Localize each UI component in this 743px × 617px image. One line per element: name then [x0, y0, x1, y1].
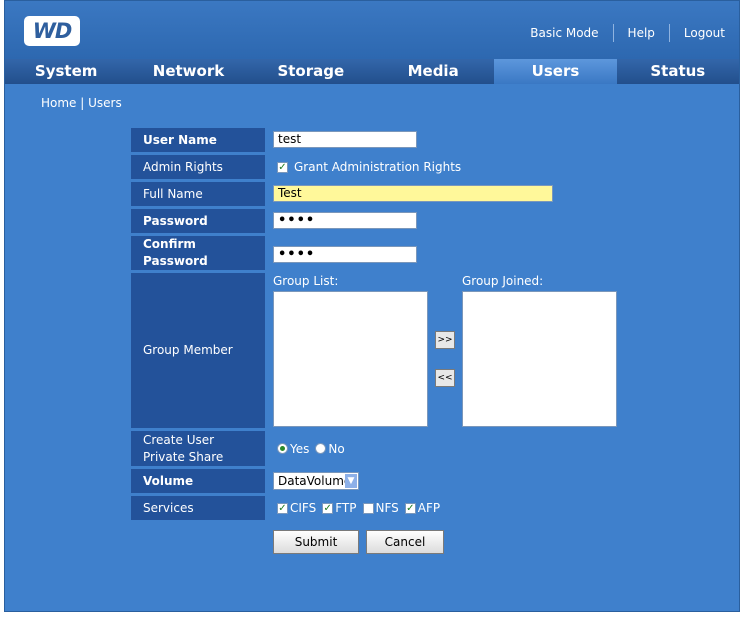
confirm-password-label: Confirm Password [131, 236, 265, 270]
private-share-label-line1: Create User [143, 432, 215, 447]
volume-select-value: DataVolume [278, 474, 352, 488]
user-name-row: User Name test [131, 128, 675, 152]
breadcrumb-current: Users [88, 96, 122, 110]
cancel-button[interactable]: Cancel [366, 530, 444, 554]
user-name-input[interactable]: test [273, 131, 417, 148]
services-label: Services [131, 496, 265, 520]
submit-button[interactable]: Submit [273, 530, 359, 554]
breadcrumb-separator: | [80, 96, 85, 110]
tab-media[interactable]: Media [372, 59, 494, 84]
confirm-password-label-line1: Confirm [143, 237, 196, 251]
header-bar: WD Basic Mode Help Logout [5, 1, 739, 59]
tab-system[interactable]: System [5, 59, 127, 84]
password-row: Password •••• [131, 209, 675, 233]
cifs-checkbox[interactable]: ✓ [277, 502, 288, 514]
full-name-input[interactable]: Test [273, 185, 553, 202]
group-list-box[interactable] [273, 291, 428, 427]
private-share-no-radio[interactable] [315, 443, 327, 454]
tab-network[interactable]: Network [127, 59, 249, 84]
full-name-label: Full Name [131, 182, 265, 206]
confirm-password-input[interactable]: •••• [273, 246, 417, 263]
tab-storage[interactable]: Storage [250, 59, 372, 84]
group-joined-label: Group Joined: [462, 274, 544, 288]
breadcrumb: Home | Users [41, 96, 122, 110]
ftp-label: FTP [335, 501, 357, 515]
group-member-row: Group Member Group List: >> << Group Joi… [131, 273, 675, 428]
private-share-yes-radio[interactable] [277, 443, 288, 454]
volume-select[interactable]: DataVolume ▼ [273, 472, 359, 490]
services-row: Services ✓ CIFS ✓ FTP NFS ✓ AFP [131, 496, 675, 520]
add-group-button[interactable]: >> [435, 331, 455, 349]
remove-group-button[interactable]: << [435, 369, 455, 387]
tab-users[interactable]: Users [494, 59, 617, 84]
chevron-down-icon: ▼ [345, 474, 357, 488]
private-share-no-label: No [328, 441, 345, 456]
header-links: Basic Mode Help Logout [516, 23, 739, 43]
user-name-label: User Name [131, 128, 265, 152]
confirm-password-label-line2: Password [143, 254, 208, 268]
nfs-checkbox[interactable] [362, 502, 374, 514]
private-share-label: Create User Private Share [131, 431, 265, 466]
admin-rights-row: Admin Rights ✓ Grant Administration Righ… [131, 155, 675, 179]
private-share-row: Create User Private Share Yes No [131, 431, 675, 466]
afp-label: AFP [417, 501, 441, 515]
full-name-row: Full Name Test [131, 182, 675, 206]
volume-row: Volume DataVolume ▼ [131, 469, 675, 493]
password-input[interactable]: •••• [273, 212, 417, 229]
wd-logo: WD [24, 16, 80, 46]
admin-rights-label: Admin Rights [131, 155, 265, 179]
password-label: Password [131, 209, 265, 233]
confirm-password-row: Confirm Password •••• [131, 236, 675, 270]
nfs-label: NFS [375, 501, 399, 515]
private-share-label-line2: Private Share [143, 449, 224, 464]
volume-label: Volume [131, 469, 265, 493]
main-nav-tabs: System Network Storage Media Users Statu… [5, 59, 739, 84]
cifs-label: CIFS [290, 501, 317, 515]
group-joined-box[interactable] [462, 291, 617, 427]
help-link[interactable]: Help [614, 26, 669, 40]
group-member-label: Group Member [131, 273, 265, 428]
afp-checkbox[interactable]: ✓ [404, 502, 416, 514]
breadcrumb-home-link[interactable]: Home [41, 96, 76, 110]
group-list-label: Group List: [273, 274, 339, 288]
logout-link[interactable]: Logout [670, 26, 739, 40]
app-window: WD Basic Mode Help Logout System Network… [4, 0, 740, 612]
private-share-yes-label: Yes [290, 441, 310, 456]
ftp-checkbox[interactable]: ✓ [322, 502, 334, 514]
grant-admin-label: Grant Administration Rights [294, 160, 462, 174]
grant-admin-checkbox[interactable]: ✓ [277, 161, 288, 173]
basic-mode-link[interactable]: Basic Mode [516, 26, 612, 40]
tab-status[interactable]: Status [617, 59, 739, 84]
